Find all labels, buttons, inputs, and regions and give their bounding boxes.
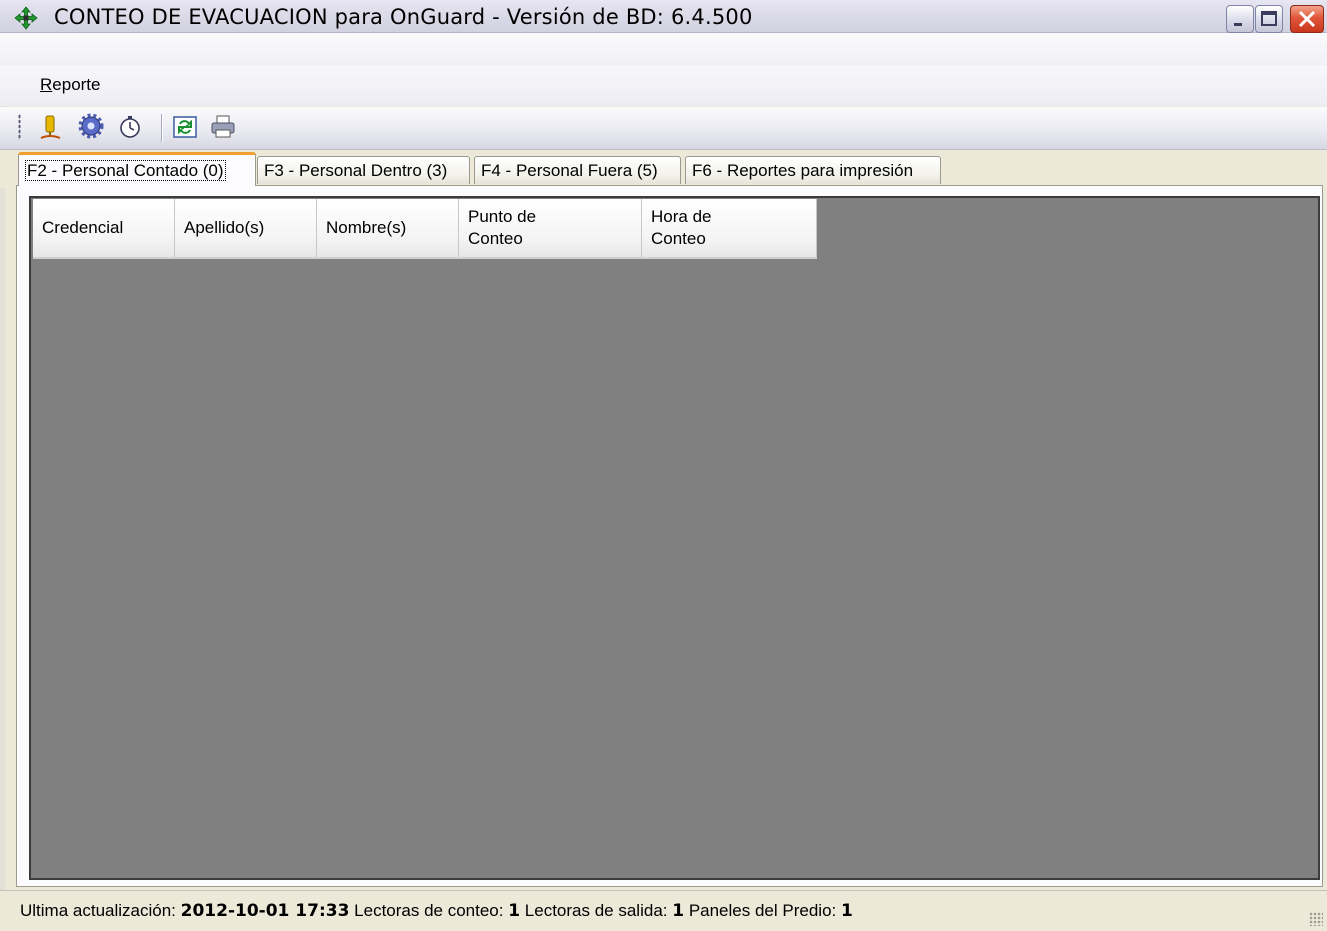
menubar [0, 66, 1327, 106]
last-update-value: 2012-10-01 17:33 [180, 901, 350, 921]
close-button[interactable] [1290, 5, 1324, 33]
column-apellidos[interactable]: Apellido(s) [175, 199, 317, 257]
stopwatch-icon [120, 116, 140, 138]
panels-label: Paneles del Predio: [688, 901, 837, 920]
maximize-button[interactable] [1255, 5, 1283, 33]
tab-personal-dentro[interactable]: F3 - Personal Dentro (3) [257, 156, 470, 184]
evacuation-cross-icon [14, 6, 38, 30]
column-hora-conteo[interactable]: Hora de Conteo [642, 199, 817, 257]
column-credencial[interactable]: Credencial [33, 199, 175, 257]
minimize-button[interactable] [1226, 5, 1254, 33]
last-update-label: Ultima actualización: [20, 901, 176, 920]
tab-reportes-impresion[interactable]: F6 - Reportes para impresión [685, 156, 941, 184]
status-line: Ultima actualización: 2012-10-01 17:33 L… [20, 899, 853, 923]
tab-personal-contado[interactable]: F2 - Personal Contado (0) [18, 152, 256, 186]
window-title: CONTEO DE EVACUACION para OnGuard - Vers… [54, 5, 753, 29]
gear-icon [78, 113, 104, 139]
printer-icon [211, 115, 235, 138]
exit-readers-label: Lectoras de salida: [524, 901, 668, 920]
refresh-button[interactable] [172, 113, 198, 141]
settings-button[interactable] [78, 113, 104, 141]
list-header: Credencial Apellido(s) Nombre(s) Punto d… [33, 199, 817, 259]
count-readers-label: Lectoras de conteo: [354, 901, 504, 920]
exit-readers-value: 1 [672, 901, 685, 921]
minimize-icon [1234, 23, 1242, 26]
toolbar-separator [161, 114, 163, 142]
column-punto-conteo[interactable]: Punto de Conteo [459, 199, 642, 257]
title-bar[interactable]: CONTEO DE EVACUACION para OnGuard - Vers… [0, 0, 1327, 33]
print-button[interactable] [210, 113, 236, 141]
count-readers-value: 1 [508, 901, 521, 921]
toolbar-grip[interactable] [18, 114, 21, 140]
resize-grip[interactable] [1309, 912, 1323, 926]
menubar-background [0, 33, 1327, 66]
maximize-icon [1261, 11, 1277, 26]
close-icon [1298, 10, 1316, 28]
panels-value: 1 [840, 901, 853, 921]
menu-reporte[interactable]: Reporte [40, 73, 100, 97]
refresh-icon [173, 116, 197, 138]
column-nombres[interactable]: Nombre(s) [317, 199, 459, 257]
timer-button[interactable] [118, 113, 144, 141]
reader-person-icon [40, 115, 61, 139]
tab-personal-fuera[interactable]: F4 - Personal Fuera (5) [474, 156, 681, 184]
reader-person-button[interactable] [38, 113, 64, 141]
toolbar [0, 107, 1327, 150]
personnel-list[interactable] [29, 196, 1320, 880]
